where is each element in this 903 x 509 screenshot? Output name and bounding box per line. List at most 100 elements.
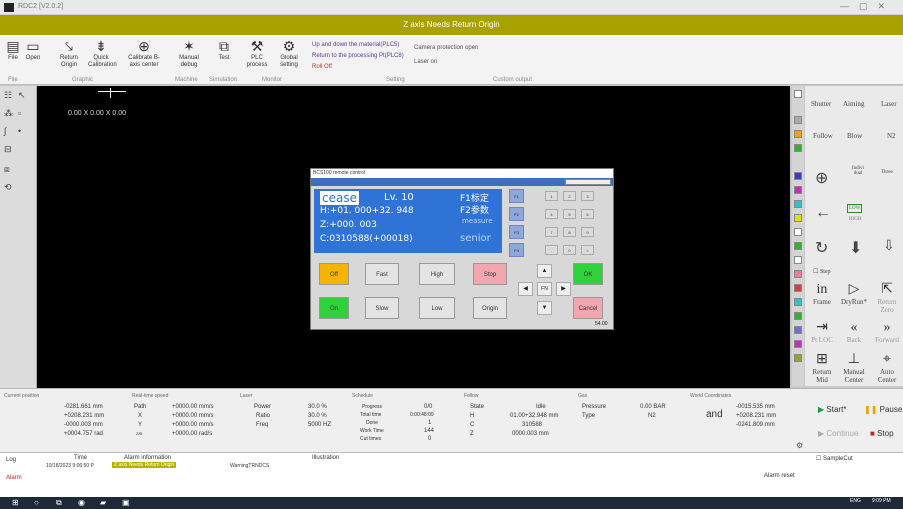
continue-button[interactable]: ▶ Continue xyxy=(818,429,858,438)
quick-calibration-button[interactable]: ⇟ Quick Calibration xyxy=(88,38,117,69)
back-button[interactable]: «Back xyxy=(837,320,871,344)
pause-button[interactable]: ❚❚ Pause xyxy=(864,405,902,414)
browser-icon[interactable]: ◉ xyxy=(78,498,85,507)
plc-button[interactable]: ⚒ PLC process xyxy=(244,38,270,69)
open-button[interactable]: ▭ Open xyxy=(24,38,42,62)
cancel-button[interactable]: Cancel xyxy=(573,297,603,319)
layer-swatch[interactable] xyxy=(794,214,802,222)
individual-label[interactable]: Indivi dual xyxy=(849,166,867,176)
arrow-down-icon[interactable]: ▼ xyxy=(537,301,552,315)
f4-key[interactable]: F4 xyxy=(509,243,524,257)
layer-swatch[interactable] xyxy=(794,326,802,334)
f2-key[interactable]: F2 xyxy=(509,207,524,221)
three-label[interactable]: Three xyxy=(881,170,893,175)
node-icon[interactable]: ⁂ xyxy=(4,108,13,119)
f3-key[interactable]: F3 xyxy=(509,225,524,239)
rotate-icon[interactable]: ⟲ xyxy=(4,182,12,193)
stop-button[interactable]: Stop xyxy=(473,263,507,285)
low-toggle[interactable]: LOW xyxy=(847,204,863,213)
file-button[interactable]: ▤ File xyxy=(4,38,22,62)
aiming-toggle[interactable]: Aiming xyxy=(843,100,864,108)
layer-swatch[interactable] xyxy=(794,298,802,306)
key-6[interactable]: 6 xyxy=(581,209,594,219)
pointer-icon[interactable]: ↖ xyxy=(18,90,26,101)
arrow-up-icon[interactable]: ▲ xyxy=(537,264,552,278)
key-dot[interactable]: . xyxy=(545,245,558,255)
dot-icon[interactable]: • xyxy=(18,126,21,136)
task-view-icon[interactable]: ⧉ xyxy=(56,498,62,508)
high-toggle[interactable]: HIGH xyxy=(849,217,862,222)
remote-dropdown[interactable] xyxy=(565,179,611,185)
low-button[interactable]: Low xyxy=(419,297,455,319)
app-taskbar-icon[interactable]: ▣ xyxy=(122,498,130,507)
origin-button[interactable]: Origin xyxy=(473,297,507,319)
layer-swatch[interactable] xyxy=(794,228,802,236)
curve-icon[interactable]: ∫ xyxy=(4,126,6,136)
key-1[interactable]: 1 xyxy=(545,191,558,201)
forward-button[interactable]: » Forward xyxy=(871,320,903,344)
fn-key[interactable]: FN xyxy=(537,282,552,296)
clock[interactable]: 9:09 PM xyxy=(872,498,891,504)
return-origin-button[interactable]: ⤥ Return Origin xyxy=(56,38,82,69)
window-controls[interactable]: —▢✕ xyxy=(840,1,895,12)
laser-toggle[interactable]: Laser xyxy=(881,100,897,108)
grid-icon[interactable]: ☷ xyxy=(4,90,12,101)
key-7[interactable]: 7 xyxy=(545,227,558,237)
step-checkbox[interactable]: ☐ Step xyxy=(813,268,831,275)
return-mid-button[interactable]: ⊞ Return Mid xyxy=(807,352,837,384)
on-button[interactable]: On xyxy=(319,297,349,319)
global-setting-button[interactable]: ⚙ Global setting xyxy=(276,38,302,69)
layer-swatch[interactable] xyxy=(794,284,802,292)
high-button[interactable]: High xyxy=(419,263,455,285)
key-0[interactable]: 0 xyxy=(563,245,576,255)
pt-loc-button[interactable]: ⇥ Pt LOC xyxy=(807,320,837,344)
layer-swatch[interactable] xyxy=(794,200,802,208)
settings-gear-icon[interactable]: ⚙ xyxy=(796,441,803,450)
follow-toggle[interactable]: Follow xyxy=(813,132,833,140)
key-8[interactable]: 8 xyxy=(563,227,576,237)
f1-key[interactable]: F1 xyxy=(509,189,524,203)
key-4[interactable]: 4 xyxy=(545,209,558,219)
arrow-right-icon[interactable]: ▶ xyxy=(556,282,571,296)
key-3[interactable]: 3 xyxy=(581,191,594,201)
language-indicator[interactable]: ENG xyxy=(850,498,861,504)
off-button[interactable]: Off xyxy=(319,263,349,285)
lower-icon[interactable]: ⇩ xyxy=(883,238,895,255)
option-roll-off[interactable]: Roll Off xyxy=(312,64,332,70)
frame-button[interactable]: in Frame xyxy=(807,282,837,306)
blow-toggle[interactable]: Blow xyxy=(847,132,862,140)
cycle-icon[interactable]: ↻ xyxy=(815,238,828,258)
align-icon[interactable]: ⊟ xyxy=(4,144,12,155)
auto-center-button[interactable]: ⌖ Auto Center xyxy=(871,352,903,384)
arrow-left-icon[interactable]: ← xyxy=(815,204,831,222)
layer-swatch[interactable] xyxy=(794,354,802,362)
layer-swatch[interactable] xyxy=(794,172,802,180)
start-button[interactable]: ▶ Start* xyxy=(818,405,846,414)
layer-swatch[interactable] xyxy=(794,270,802,278)
layer-swatch[interactable] xyxy=(794,340,802,348)
alarm-tab[interactable]: Alarm xyxy=(6,475,22,481)
option-plc5[interactable]: Up and down the material(PLC5) xyxy=(312,42,399,48)
layer-swatch[interactable] xyxy=(794,312,802,320)
add-icon[interactable]: ⊕ xyxy=(815,168,828,188)
shutter-toggle[interactable]: Shutter xyxy=(811,100,831,108)
key-9[interactable]: 9 xyxy=(581,227,594,237)
option-plc8[interactable]: Return to the processing Pt(PLC8) xyxy=(312,53,404,59)
explorer-icon[interactable]: ▰ xyxy=(100,498,106,507)
layer-swatch[interactable] xyxy=(794,186,802,194)
layer-swatch[interactable] xyxy=(794,242,802,250)
option-camera-protection[interactable]: Camera protection open xyxy=(414,45,478,51)
key-2[interactable]: 2 xyxy=(563,191,576,201)
search-icon[interactable]: ○ xyxy=(34,498,39,507)
stop-run-button[interactable]: ■ Stop xyxy=(870,429,894,438)
slow-button[interactable]: Slow xyxy=(365,297,399,319)
layer-swatch[interactable] xyxy=(794,116,802,124)
layers-icon[interactable]: ⧈ xyxy=(4,164,10,175)
dryrun-button[interactable]: ▷ DryRun* xyxy=(837,282,871,306)
start-menu-icon[interactable]: ⊞ xyxy=(12,498,19,507)
test-button[interactable]: ⧉ Test xyxy=(212,38,236,62)
down-arrow-icon[interactable]: ⬇ xyxy=(849,238,862,258)
layer-swatch[interactable] xyxy=(794,130,802,138)
option-laser-on[interactable]: Laser on xyxy=(414,59,437,65)
alarm-reset-button[interactable]: Alarm reset xyxy=(764,473,795,479)
